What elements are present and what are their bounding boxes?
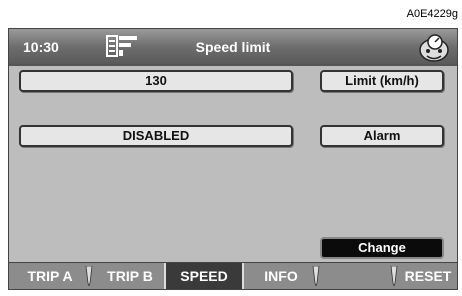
tab-trip-b[interactable]: TRIP B	[95, 263, 165, 289]
tab-divider-icon	[85, 265, 93, 289]
alarm-state-value[interactable]: DISABLED	[19, 125, 293, 147]
bottom-tab-bar: TRIP A TRIP B SPEED INFO RESET	[9, 262, 457, 289]
tab-divider-icon	[390, 265, 398, 289]
change-button[interactable]: Change	[320, 237, 444, 259]
tab-reset[interactable]: RESET	[399, 263, 457, 289]
screen-title: Speed limit	[195, 39, 271, 55]
tab-speed[interactable]: SPEED	[164, 263, 244, 289]
tab-info[interactable]: INFO	[247, 263, 315, 289]
tab-trip-a[interactable]: TRIP A	[17, 263, 83, 289]
figure-code: A0E4229g	[406, 8, 458, 20]
speed-limit-value[interactable]: 130	[19, 70, 293, 92]
tab-divider-icon	[312, 265, 320, 289]
limit-kmh-button[interactable]: Limit (km/h)	[320, 70, 444, 92]
tab-empty[interactable]	[322, 263, 392, 289]
alarm-button[interactable]: Alarm	[320, 125, 444, 147]
speedometer-face-icon	[417, 32, 451, 69]
display-screen: 10:30 Speed limit 130 Limit (km/h) DISAB…	[8, 28, 458, 290]
header-bar: 10:30 Speed limit	[9, 29, 457, 66]
